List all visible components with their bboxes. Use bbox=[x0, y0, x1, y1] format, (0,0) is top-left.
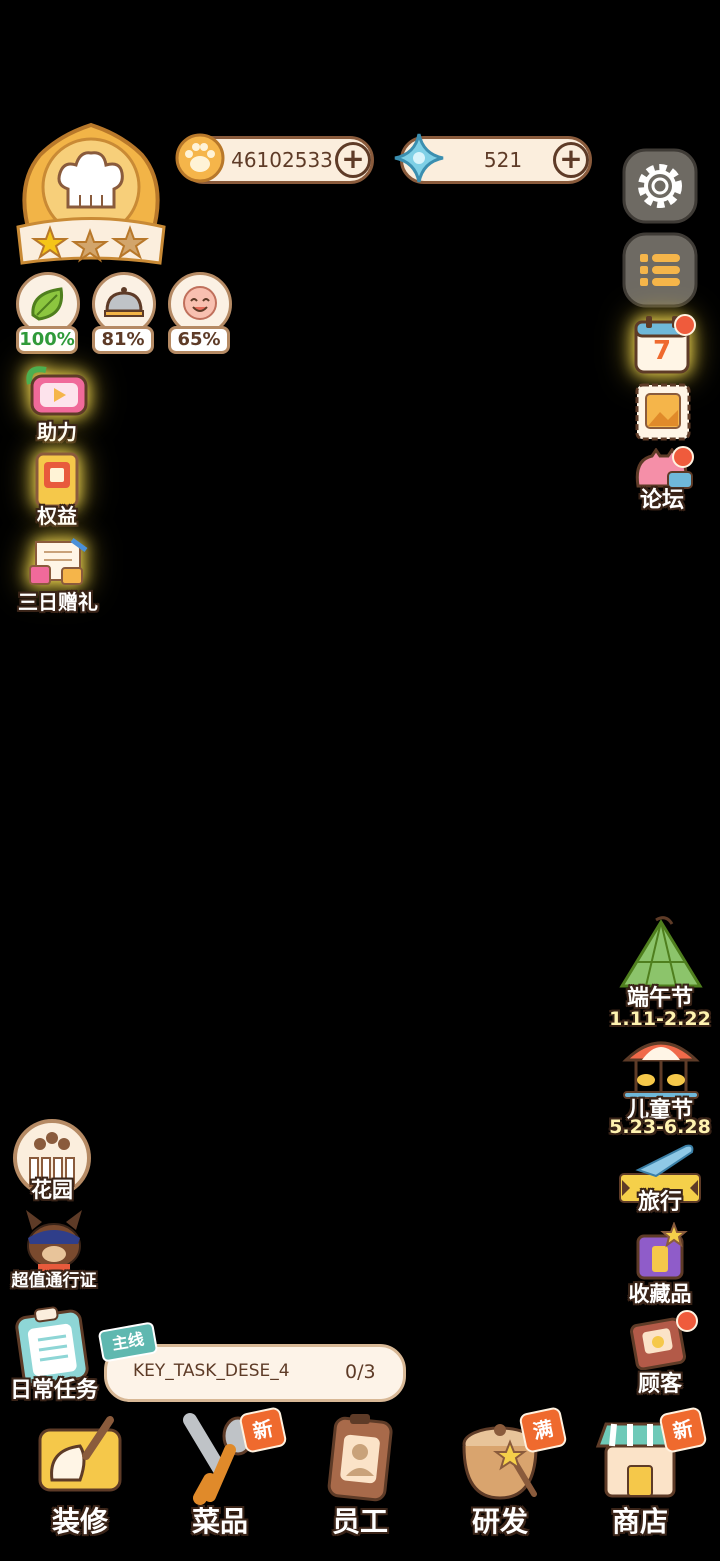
cabinet-star-icon bbox=[636, 1222, 688, 1280]
nav-decorate-label: 装修 bbox=[51, 1505, 108, 1538]
assist-button[interactable]: 助力 bbox=[14, 364, 100, 444]
service-value: 81% bbox=[92, 326, 154, 354]
travel-label: 旅行 bbox=[637, 1190, 682, 1215]
settings-button[interactable] bbox=[622, 148, 698, 224]
freshness-stat[interactable]: 100% bbox=[16, 272, 80, 354]
benefits-button[interactable]: 权益 bbox=[14, 448, 100, 528]
task-progress: 0/3 bbox=[345, 1361, 376, 1383]
daily-tasks-label: 日常任务 bbox=[9, 1378, 98, 1403]
value-pass-label: 超值通行证 bbox=[11, 1271, 97, 1291]
dragon-boat-festival-event[interactable]: 端午节 1.11-2.22 bbox=[606, 916, 714, 1032]
collectibles-label: 收藏品 bbox=[628, 1282, 692, 1306]
coin-amount: 46102533 bbox=[231, 148, 333, 172]
forum-button[interactable]: 论坛 bbox=[626, 446, 698, 516]
nav-shop-badge: 新 bbox=[658, 1406, 708, 1454]
garden-label: 花园 bbox=[31, 1178, 73, 1202]
nav-staff[interactable]: 员工 bbox=[300, 1404, 420, 1544]
travel-button[interactable]: 旅行 bbox=[614, 1140, 706, 1218]
calendar-day: 7 bbox=[652, 336, 672, 366]
stats-row: 100% 81% 65% bbox=[16, 272, 240, 354]
nav-research-badge: 满 bbox=[518, 1406, 568, 1454]
add-gems-button[interactable]: + bbox=[553, 142, 589, 178]
three-day-gift-label: 三日赠礼 bbox=[18, 590, 98, 614]
freshness-value: 100% bbox=[16, 326, 78, 354]
nav-dishes-label: 菜品 bbox=[191, 1505, 248, 1538]
nav-staff-label: 员工 bbox=[331, 1505, 388, 1538]
forum-label: 论坛 bbox=[639, 488, 684, 513]
dog-pilot-icon bbox=[26, 1210, 82, 1272]
gift-scroll-icon bbox=[29, 537, 88, 585]
nav-research-label: 研发 bbox=[471, 1505, 528, 1538]
three-day-gift-button[interactable]: 三日赠礼 bbox=[10, 536, 106, 614]
bottom-nav: 装修 新 菜品 员工 满 研发 新 商店 bbox=[0, 1404, 720, 1554]
calendar-button[interactable]: 7 bbox=[632, 314, 696, 378]
assist-label: 助力 bbox=[37, 420, 77, 444]
staff-badge-icon bbox=[327, 1414, 393, 1502]
video-tv-icon bbox=[26, 366, 88, 416]
collectibles-button[interactable]: 收藏品 bbox=[614, 1222, 706, 1306]
dragon-boat-dates: 1.11-2.22 bbox=[609, 1008, 711, 1030]
satisfaction-value: 65% bbox=[168, 326, 230, 354]
customers-label: 顾客 bbox=[637, 1372, 682, 1397]
chef-level-badge[interactable] bbox=[10, 115, 172, 275]
menu-list-button[interactable] bbox=[622, 232, 698, 308]
nav-dishes[interactable]: 新 菜品 bbox=[160, 1404, 288, 1544]
gear-icon bbox=[622, 148, 698, 224]
list-icon bbox=[622, 232, 698, 308]
diamond-icon bbox=[393, 132, 445, 184]
customers-notification-dot bbox=[676, 1310, 698, 1332]
chef-hat-laurel-icon bbox=[16, 122, 166, 265]
nav-shop-label: 商店 bbox=[611, 1505, 668, 1538]
nav-dishes-badge: 新 bbox=[238, 1406, 288, 1454]
satisfaction-stat[interactable]: 65% bbox=[168, 272, 232, 354]
paw-coin-icon bbox=[174, 132, 226, 184]
task-text: KEY_TASK_DESE_4 bbox=[133, 1361, 290, 1381]
forum-notification-dot bbox=[672, 446, 694, 468]
album-button[interactable] bbox=[634, 382, 692, 442]
value-pass-button[interactable]: 超值通行证 bbox=[4, 1208, 104, 1291]
paint-roller-icon bbox=[38, 1416, 122, 1492]
calendar-notification-dot bbox=[674, 314, 696, 336]
add-coins-button[interactable]: + bbox=[335, 142, 371, 178]
childrens-day-dates: 5.23-6.28 bbox=[609, 1116, 711, 1138]
daily-tasks-button[interactable]: 日常任务 bbox=[4, 1304, 104, 1408]
garden-button[interactable]: 花园 bbox=[10, 1118, 94, 1204]
childrens-day-event[interactable]: 儿童节 5.23-6.28 bbox=[606, 1030, 714, 1142]
nav-research[interactable]: 满 研发 bbox=[440, 1404, 568, 1544]
photo-stamp-icon bbox=[635, 383, 691, 441]
customers-button[interactable]: 顾客 bbox=[618, 1310, 702, 1397]
gem-amount: 521 bbox=[483, 148, 523, 172]
nav-decorate[interactable]: 装修 bbox=[20, 1404, 140, 1544]
service-stat[interactable]: 81% bbox=[92, 272, 156, 354]
benefits-label: 权益 bbox=[37, 504, 77, 528]
nav-shop[interactable]: 新 商店 bbox=[580, 1404, 708, 1544]
